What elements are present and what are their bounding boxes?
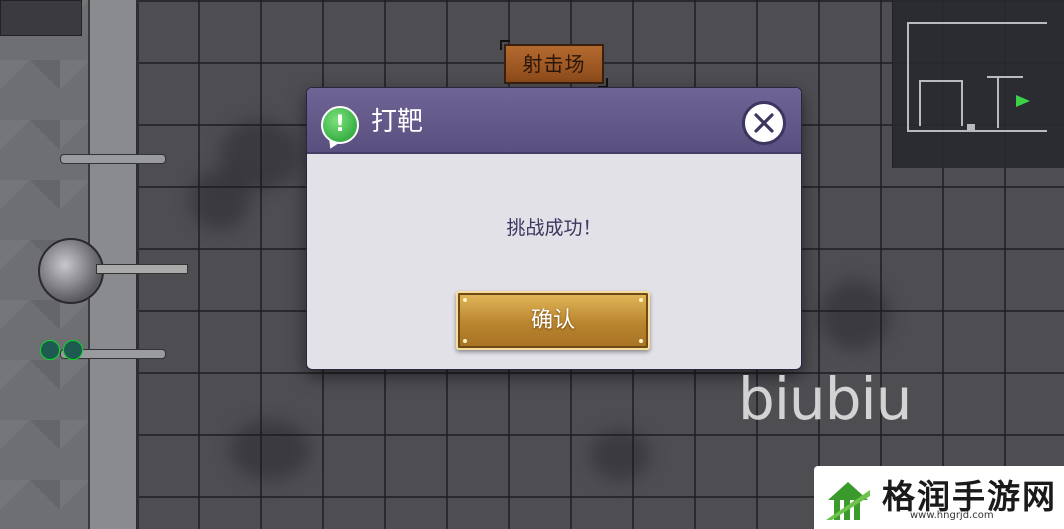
site-watermark-badge: 格润手游网 www.hngrjd.com (814, 466, 1064, 529)
minimap[interactable] (892, 0, 1064, 168)
result-dialog: ! 打靶 挑战成功！ 确认 (307, 88, 801, 369)
minimap-player-arrow-icon (1016, 95, 1030, 107)
site-logo-icon (826, 482, 870, 520)
pipe (60, 154, 166, 164)
dialog-title: 打靶 (371, 107, 424, 137)
close-button[interactable] (742, 101, 786, 145)
location-tag: 射击场 (500, 40, 608, 88)
status-icon (63, 340, 83, 360)
dialog-header: ! 打靶 (307, 88, 801, 154)
wall-fixture (0, 0, 82, 36)
biubiu-watermark: biubiu (738, 365, 912, 433)
dialog-message: 挑战成功！ (506, 217, 602, 239)
turret-character[interactable] (38, 238, 104, 304)
turret-gun (96, 264, 188, 274)
status-icon (40, 340, 60, 360)
confirm-button[interactable]: 确认 (456, 291, 650, 350)
confirm-button-label: 确认 (530, 308, 575, 333)
site-url: www.hngrjd.com (910, 510, 994, 521)
exclamation-speech-bubble-icon: ! (321, 106, 359, 144)
close-icon (754, 113, 774, 133)
